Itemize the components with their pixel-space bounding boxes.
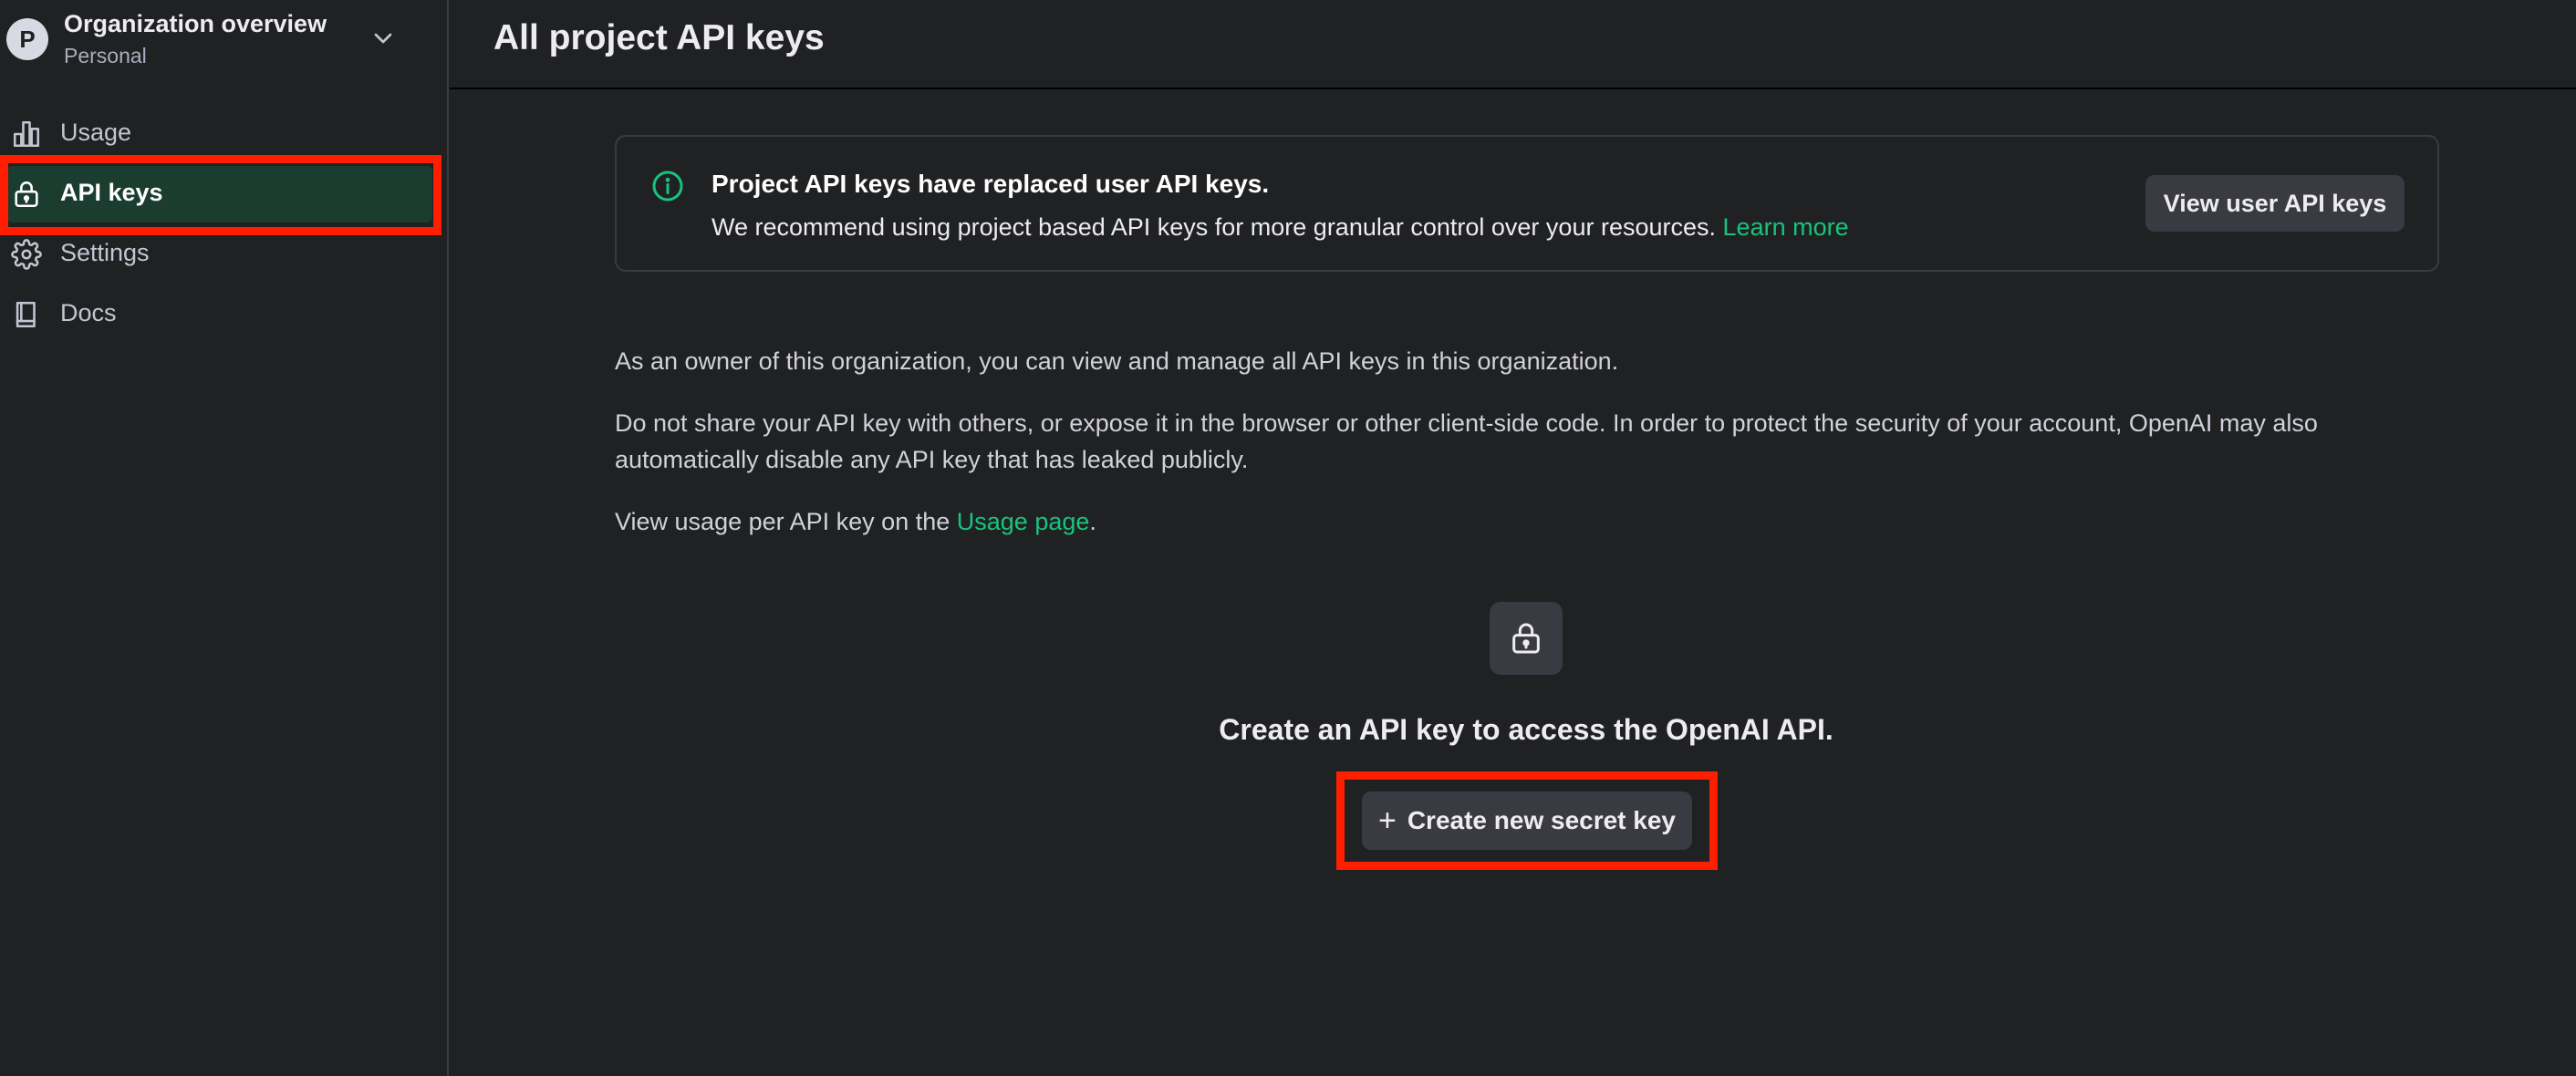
info-banner: Project API keys have replaced user API …: [615, 135, 2439, 272]
sidebar-item-settings[interactable]: Settings: [7, 226, 432, 283]
security-warning-line-2: automatically disable any API key that h…: [615, 446, 1249, 473]
usage-info-prefix: View usage per API key on the: [615, 508, 950, 535]
org-title: Organization overview: [64, 10, 327, 37]
banner-body: We recommend using project based API key…: [712, 213, 1849, 242]
empty-state-heading: Create an API key to access the OpenAI A…: [1219, 713, 1833, 746]
banner-body-text: We recommend using project based API key…: [712, 213, 1717, 241]
sidebar-item-docs[interactable]: Docs: [7, 286, 432, 343]
book-icon: [16, 301, 36, 328]
plus-icon: +: [1377, 803, 1397, 838]
org-subtitle: Personal: [64, 44, 147, 67]
security-warning-text: Do not share your API key with others, o…: [615, 405, 2421, 478]
gear-icon: [11, 239, 42, 270]
sidebar-item-usage[interactable]: Usage: [7, 106, 432, 162]
page-title: All project API keys: [493, 18, 825, 57]
sidebar-item-label: Usage: [60, 119, 132, 146]
bar-chart-icon: [13, 120, 40, 148]
security-warning-line-1: Do not share your API key with others, o…: [615, 409, 2318, 437]
info-icon: [652, 171, 683, 202]
sidebar-item-label: Docs: [60, 299, 117, 326]
lock-icon: [15, 181, 38, 208]
view-user-api-keys-button[interactable]: View user API keys: [2145, 175, 2405, 232]
lock-icon: [1512, 623, 1540, 654]
page-header: All project API keys: [450, 0, 2576, 89]
empty-state-lock-tile: [1490, 602, 1563, 675]
org-switcher[interactable]: P Organization overview Personal: [0, 0, 447, 77]
chevron-down-icon[interactable]: [369, 24, 398, 53]
create-button-label: Create new secret key: [1407, 806, 1677, 834]
usage-page-link[interactable]: Usage page: [957, 508, 1090, 535]
owner-info-text: As an owner of this organization, you ca…: [615, 347, 1619, 375]
sidebar: P Organization overview Personal Usage A…: [0, 0, 449, 1076]
sidebar-item-api-keys[interactable]: API keys: [7, 166, 432, 222]
usage-info-text: View usage per API key on the Usage page…: [615, 503, 2421, 540]
banner-title: Project API keys have replaced user API …: [712, 170, 1270, 198]
avatar: P: [6, 18, 48, 60]
usage-info-suffix: .: [1089, 508, 1096, 535]
sidebar-item-label: Settings: [60, 239, 150, 266]
learn-more-link[interactable]: Learn more: [1723, 213, 1849, 241]
sidebar-item-label: API keys: [60, 179, 163, 206]
create-new-secret-key-button[interactable]: + Create new secret key: [1362, 791, 1692, 850]
